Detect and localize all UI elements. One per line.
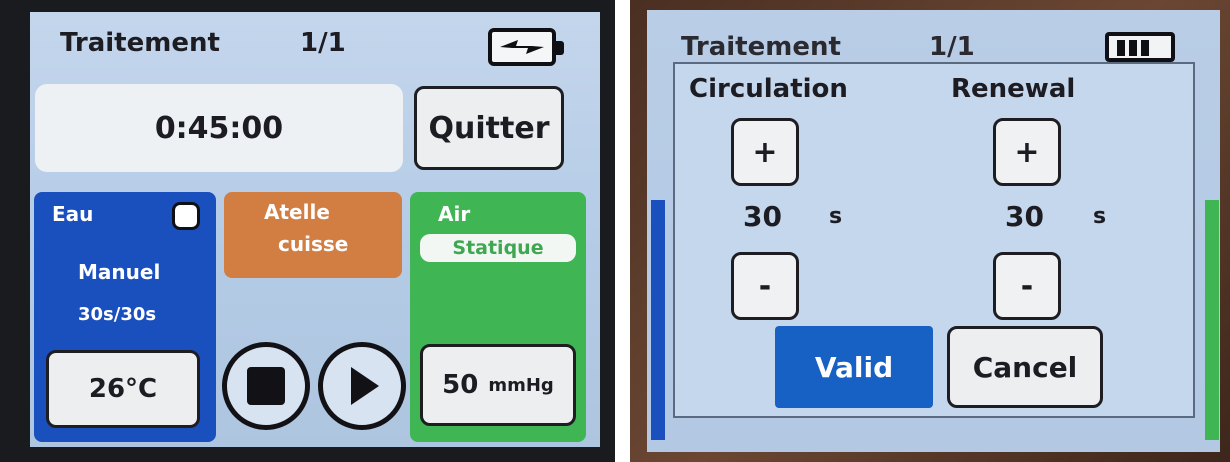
air-panel: Air Statique 50 mmHg [410, 192, 586, 442]
pressure-button[interactable]: 50 mmHg [420, 344, 576, 426]
valid-button[interactable]: Valid [775, 326, 933, 408]
renewal-minus-button[interactable]: - [993, 252, 1061, 320]
circulation-dialog: Circulation Renewal + + 30 s 30 s - - Va… [673, 62, 1195, 418]
renewal-plus-button[interactable]: + [993, 118, 1061, 186]
water-panel: Eau Manuel 30s/30s 26°C [34, 192, 216, 442]
page-indicator: 1/1 [929, 32, 975, 62]
water-panel-edge [651, 200, 665, 440]
session-timer: 0:45:00 [35, 84, 403, 172]
play-button[interactable] [318, 342, 406, 430]
battery-icon [1105, 32, 1175, 62]
splint-line2: cuisse [278, 232, 349, 256]
play-icon [351, 367, 379, 405]
water-cycle: 30s/30s [78, 304, 157, 325]
quit-button[interactable]: Quitter [414, 86, 564, 170]
header-title: Traitement [681, 32, 841, 62]
stop-button[interactable] [222, 342, 310, 430]
water-title: Eau [52, 202, 94, 226]
air-mode-badge: Statique [420, 234, 576, 262]
air-panel-edge [1205, 200, 1219, 440]
circulation-value: 30 [743, 200, 782, 233]
renewal-value: 30 [1005, 200, 1044, 233]
splint-line1: Atelle [264, 200, 330, 224]
temperature-button[interactable]: 26°C [46, 350, 200, 428]
cancel-button[interactable]: Cancel [947, 326, 1103, 408]
air-title: Air [438, 202, 471, 226]
pressure-unit: mmHg [488, 374, 554, 396]
water-mode: Manuel [78, 260, 161, 284]
right-screen: Traitement 1/1 Circulation Renewal + + 3… [647, 10, 1220, 452]
renewal-label: Renewal [951, 74, 1076, 104]
stop-icon [247, 367, 285, 405]
page-indicator: 1/1 [300, 28, 346, 58]
water-indicator-icon [172, 202, 200, 230]
battery-charging-icon [488, 28, 564, 66]
circulation-plus-button[interactable]: + [731, 118, 799, 186]
left-screen: Traitement 1/1 0:45:00 Quitter Eau Manue… [30, 12, 600, 447]
splint-panel: Atelle cuisse [224, 192, 402, 278]
circulation-label: Circulation [689, 74, 848, 104]
pressure-value: 50 [442, 370, 479, 400]
circulation-minus-button[interactable]: - [731, 252, 799, 320]
circulation-unit: s [829, 204, 843, 229]
header-title: Traitement [60, 28, 220, 58]
renewal-unit: s [1093, 204, 1107, 229]
